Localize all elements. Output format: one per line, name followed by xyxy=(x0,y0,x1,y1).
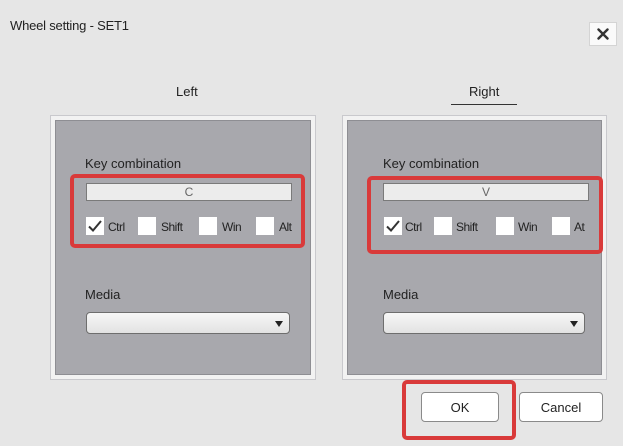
close-button[interactable] xyxy=(589,22,617,46)
chevron-down-icon xyxy=(570,321,578,327)
right-key-combination-highlight xyxy=(367,176,603,254)
right-media-select[interactable] xyxy=(383,312,585,334)
ok-button[interactable]: OK xyxy=(421,392,499,422)
chevron-down-icon xyxy=(275,321,283,327)
left-key-combination-label: Key combination xyxy=(85,156,182,171)
wheel-setting-dialog: Wheel setting - SET1 Left Right Key comb… xyxy=(0,0,623,446)
right-media-label: Media xyxy=(383,287,419,302)
tab-right-underline xyxy=(451,104,517,105)
tab-left[interactable]: Left xyxy=(176,84,198,99)
close-icon xyxy=(597,28,609,40)
cancel-button[interactable]: Cancel xyxy=(519,392,603,422)
right-key-combination-label: Key combination xyxy=(383,156,480,171)
left-key-combination-highlight xyxy=(70,174,305,248)
dialog-title: Wheel setting - SET1 xyxy=(10,18,129,33)
left-media-select[interactable] xyxy=(86,312,290,334)
left-media-label: Media xyxy=(85,287,121,302)
tab-right[interactable]: Right xyxy=(469,84,499,99)
